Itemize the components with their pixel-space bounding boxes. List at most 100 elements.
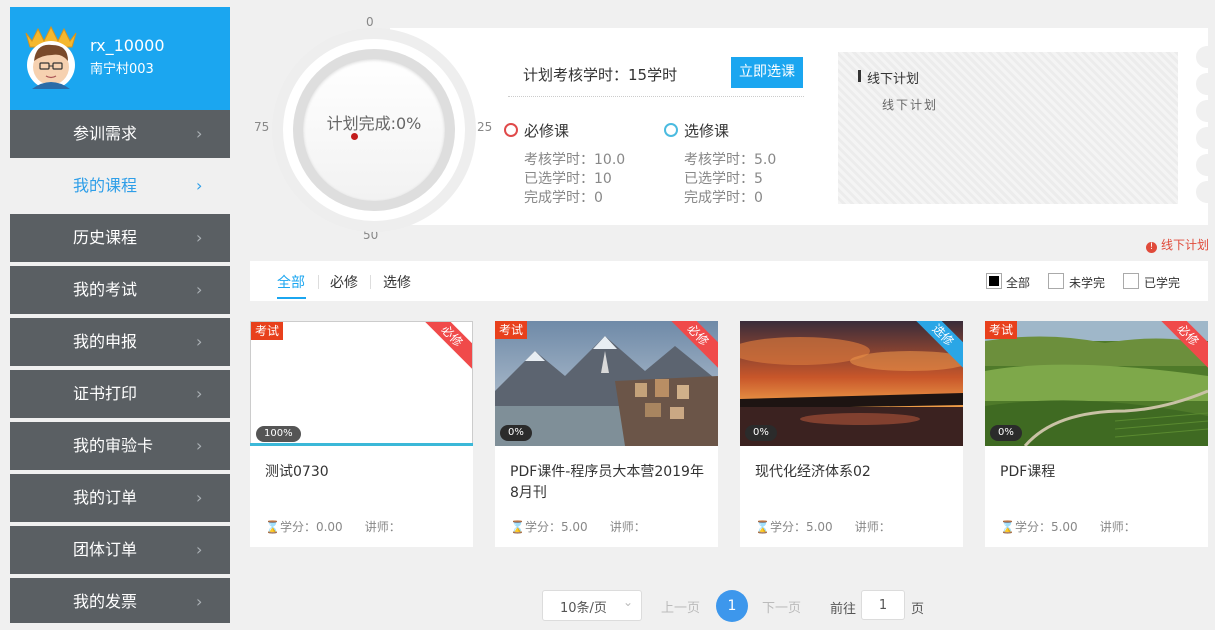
hourglass-icon: ⌛: [1000, 520, 1015, 534]
filter-all-label: 全部: [1006, 276, 1031, 290]
sidebar-item-label: 参训需求: [73, 124, 138, 143]
sidebar-item-my-courses[interactable]: 我的课程 ›: [10, 162, 230, 214]
page-size-select[interactable]: 10条/页 ⌄: [542, 590, 642, 621]
sidebar-item-label: 我的订单: [73, 488, 138, 507]
sidebar-item-label: 我的发票: [73, 592, 138, 611]
plan-hours: 计划考核学时：15学时: [523, 66, 678, 84]
progress-badge: 0%: [745, 425, 777, 441]
filter-finished-label: 已学完: [1144, 276, 1181, 290]
gauge-tick-left: 75: [254, 120, 270, 134]
tab-elective[interactable]: 选修: [383, 272, 411, 292]
avatar[interactable]: [22, 25, 80, 91]
goto-page-input[interactable]: [861, 590, 905, 620]
page-size-value: 10条/页: [560, 601, 607, 616]
course-credit: 学分：5.00: [524, 520, 588, 534]
gauge-tick-top: 0: [366, 15, 374, 29]
course-card[interactable]: 考试 必修 0% PDF课件-程序员大本营2019年8月刊 ⌛学分：5.00 讲师…: [495, 321, 718, 547]
filter-unfinished-label: 未学完: [1069, 276, 1106, 290]
course-title: 现代化经济体系02: [755, 464, 871, 480]
course-card[interactable]: 考试 必修 0% PDF课程 ⌛学分：5.00 讲师：: [985, 321, 1208, 547]
chevron-down-icon: ⌄: [623, 595, 634, 609]
chevron-right-icon: ›: [196, 488, 203, 507]
course-teacher: 讲师：: [854, 520, 891, 534]
active-tab-indicator: [277, 297, 306, 299]
progress-bar: [250, 443, 473, 446]
course-meta: ⌛学分：5.00 讲师：: [755, 518, 891, 535]
ticket-notch: [1196, 100, 1215, 122]
ticket-notch: [1196, 181, 1215, 203]
sidebar-item-review-card[interactable]: 我的审验卡 ›: [10, 422, 230, 474]
sidebar-item-training-needs[interactable]: 参训需求 ›: [10, 110, 230, 162]
course-title: PDF课程: [1000, 464, 1056, 480]
choose-courses-button[interactable]: 立即选课: [731, 57, 803, 88]
hourglass-icon: ⌛: [510, 520, 525, 534]
ticket-notch: [1196, 127, 1215, 149]
goto-label: 前往: [830, 602, 857, 617]
required-course-heading: 必修课: [504, 120, 569, 141]
chevron-right-icon: ›: [196, 228, 203, 247]
course-meta: ⌛学分：5.00 讲师：: [1000, 518, 1136, 535]
course-meta: ⌛学分：5.00 讲师：: [510, 518, 646, 535]
course-thumbnail: 考试 必修 0%: [985, 321, 1208, 446]
course-teacher: 讲师：: [609, 520, 646, 534]
user-name: rx_10000: [90, 36, 165, 55]
sidebar-item-my-applications[interactable]: 我的申报 ›: [10, 318, 230, 370]
elective-course-heading: 选修课: [664, 120, 729, 141]
course-card[interactable]: 选修 0% 现代化经济体系02 ⌛学分：5.00 讲师：: [740, 321, 963, 547]
filter-all-checkbox[interactable]: [986, 273, 1002, 289]
course-credit: 学分：5.00: [769, 520, 833, 534]
tab-all[interactable]: 全部: [277, 272, 305, 292]
sidebar-item-label: 我的课程: [73, 176, 138, 195]
course-teacher: 讲师：: [364, 520, 401, 534]
offline-plan-marker: [858, 70, 861, 82]
course-thumbnail: 选修 0%: [740, 321, 963, 446]
progress-badge: 0%: [990, 425, 1022, 441]
offline-plan-subtitle: 线下计划: [882, 98, 939, 112]
divider: [508, 96, 804, 97]
sidebar-item-my-orders[interactable]: 我的订单 ›: [10, 474, 230, 526]
exam-badge: 考试: [495, 321, 528, 339]
sidebar-item-my-invoices[interactable]: 我的发票 ›: [10, 578, 230, 630]
tab-required[interactable]: 必修: [330, 272, 358, 292]
chevron-right-icon: ›: [196, 176, 203, 195]
chevron-right-icon: ›: [196, 384, 203, 403]
sidebar-item-label: 我的审验卡: [73, 436, 154, 455]
alert-icon: !: [1146, 242, 1157, 253]
chevron-right-icon: ›: [196, 280, 203, 299]
sidebar-item-certificate-print[interactable]: 证书打印 ›: [10, 370, 230, 422]
course-credit: 学分：0.00: [279, 520, 343, 534]
hourglass-icon: ⌛: [265, 520, 280, 534]
chevron-right-icon: ›: [196, 592, 203, 611]
divider: [370, 275, 371, 289]
sidebar-item-my-exams[interactable]: 我的考试 ›: [10, 266, 230, 318]
chevron-right-icon: ›: [196, 540, 203, 559]
filter-finished-checkbox[interactable]: [1123, 273, 1139, 289]
prev-page-button[interactable]: 上一页: [661, 597, 700, 616]
chevron-right-icon: ›: [196, 436, 203, 455]
gauge-tick-right: 25: [477, 120, 493, 134]
required-assess-hours: 考核学时：10.0: [524, 152, 626, 168]
page-number-current[interactable]: 1: [716, 590, 748, 622]
chevron-right-icon: ›: [196, 124, 203, 143]
ticket-notch: [1196, 154, 1215, 176]
progress-badge: 0%: [500, 425, 532, 441]
page-unit-label: 页: [911, 602, 925, 617]
required-completed-hours: 完成学时：0: [524, 190, 603, 206]
course-title: PDF课件-程序员大本营2019年8月刊: [510, 464, 704, 501]
filter-unfinished-checkbox[interactable]: [1048, 273, 1064, 289]
course-meta: ⌛学分：0.00 讲师：: [265, 518, 401, 535]
offline-plan-title: 线下计划: [867, 72, 920, 87]
user-profile: rx_10000 南宁村003: [10, 7, 230, 110]
sidebar-item-group-orders[interactable]: 团体订单 ›: [10, 526, 230, 578]
exam-badge: 考试: [251, 322, 284, 340]
circle-icon: [504, 123, 518, 137]
elective-completed-hours: 完成学时：0: [684, 190, 763, 206]
offline-plan-link[interactable]: ! 线下计划: [1146, 236, 1209, 253]
user-org: 南宁村003: [90, 62, 154, 77]
sidebar-item-label: 我的申报: [73, 332, 138, 351]
circle-icon: [664, 123, 678, 137]
sidebar-item-history-courses[interactable]: 历史课程 ›: [10, 214, 230, 266]
elective-assess-hours: 考核学时：5.0: [684, 152, 777, 168]
next-page-button[interactable]: 下一页: [762, 597, 801, 616]
course-card[interactable]: 考试 必修 100% 测试0730 ⌛学分：0.00 讲师：: [250, 321, 473, 547]
